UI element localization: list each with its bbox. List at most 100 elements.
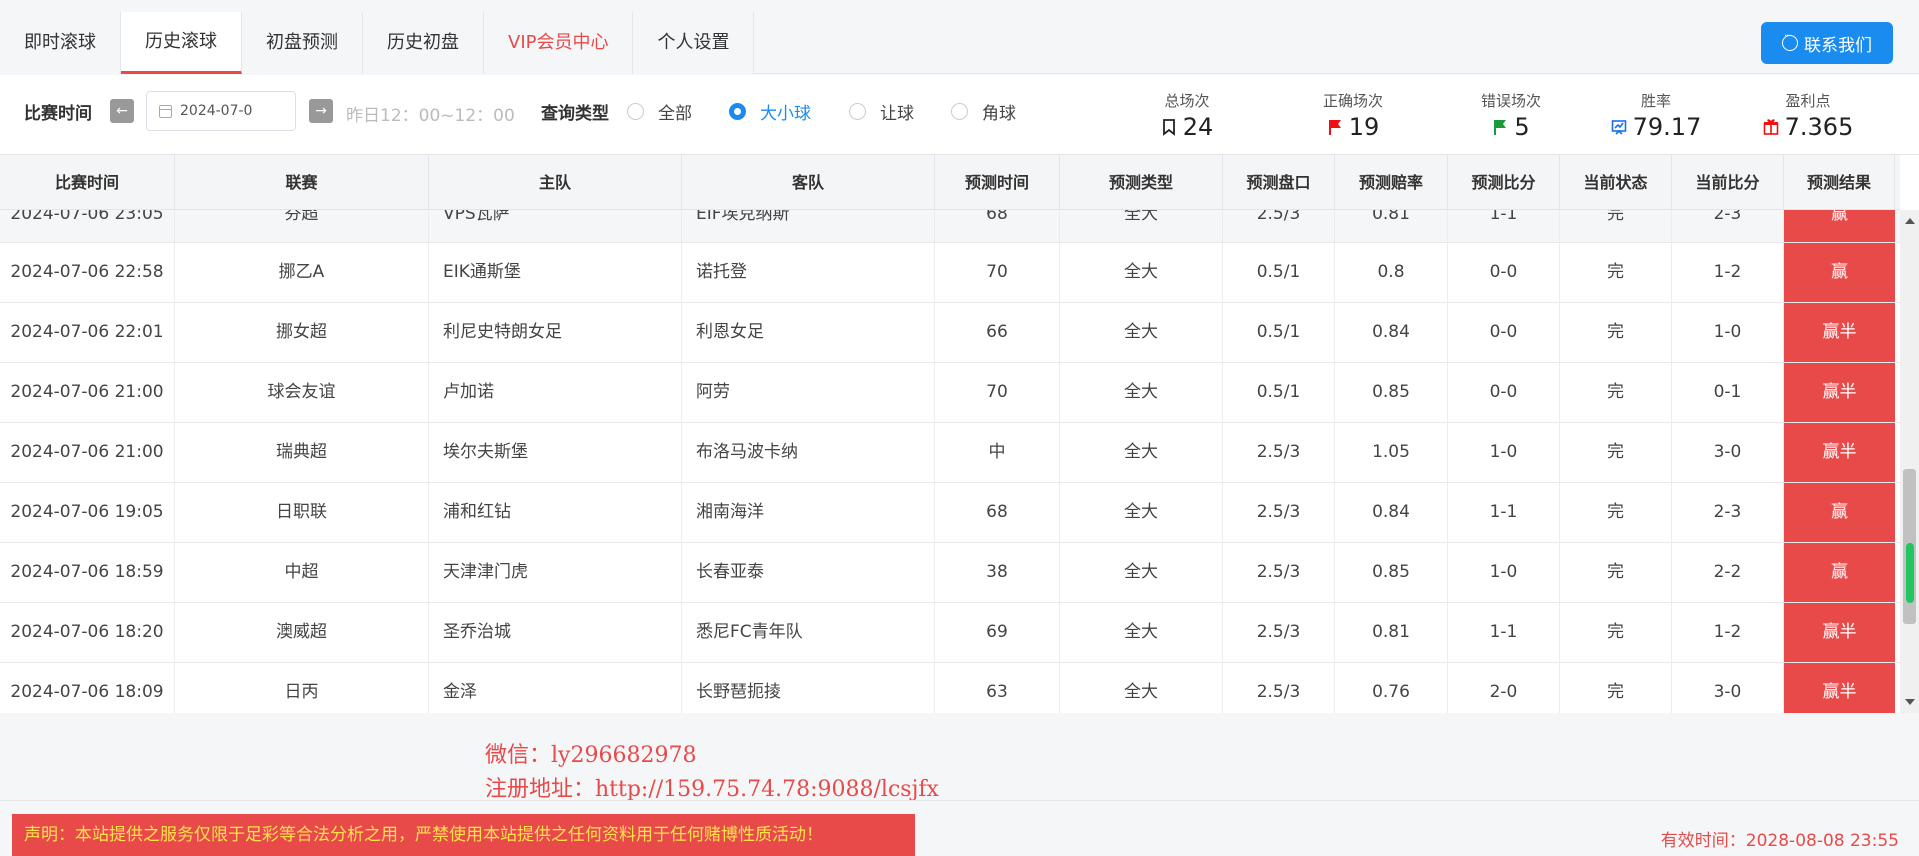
cell-match-time: 2024-07-06 19:05 <box>0 483 175 542</box>
col-header-pred-time[interactable]: 预测时间 <box>935 155 1060 209</box>
radio-corners[interactable]: 角球 <box>951 99 1016 124</box>
cell-current-score: 2-3 <box>1672 483 1784 542</box>
scrollbar-indicator <box>1906 543 1914 603</box>
expiry-time: 有效时间：2028-08-08 23:55 <box>1660 831 1899 851</box>
tab-opening-prediction[interactable]: 初盘预测 <box>242 12 363 74</box>
cell-away-team: 诺托登 <box>682 243 935 302</box>
cell-away-team: 长野琶扼掕 <box>682 663 935 713</box>
scroll-up-arrow-icon[interactable] <box>1905 218 1915 224</box>
cell-away-team: 阿劳 <box>682 363 935 422</box>
col-header-current-score[interactable]: 当前比分 <box>1672 155 1784 209</box>
cell-pred-time: 中 <box>935 423 1060 482</box>
cell-status: 完 <box>1560 363 1672 422</box>
tab-vip-center[interactable]: VIP会员中心 <box>484 12 634 74</box>
cell-pred-time: 66 <box>935 303 1060 362</box>
table-row[interactable]: 2024-07-06 21:00 球会友谊 卢加诺 阿劳 70 全大 0.5/1 0.85 0-… <box>0 363 1900 423</box>
cell-league: 澳威超 <box>175 603 429 662</box>
cell-match-time: 2024-07-06 23:05 <box>0 210 175 242</box>
cell-away-team: 悉尼FC青年队 <box>682 603 935 662</box>
chart-icon <box>1611 120 1626 135</box>
cell-pred-score: 1-1 <box>1448 210 1560 242</box>
table-row[interactable]: 2024-07-06 22:58 挪乙A EIK通斯堡 诺托登 70 全大 0.5/1 0.8… <box>0 243 1900 303</box>
radio-handicap[interactable]: 让球 <box>849 99 914 124</box>
cell-league: 瑞典超 <box>175 423 429 482</box>
col-header-status[interactable]: 当前状态 <box>1560 155 1672 209</box>
table-row[interactable]: 2024-07-06 18:59 中超 天津津门虎 长春亚泰 38 全大 2.5/3 0.85… <box>0 543 1900 603</box>
stat-total: 总场次 24 <box>1142 90 1232 141</box>
cell-current-score: 2-2 <box>1672 543 1784 602</box>
table-row[interactable]: 2024-07-06 19:05 日职联 浦和红钻 湘南海洋 68 全大 2.5/3 0.84… <box>0 483 1900 543</box>
stat-value: 24 <box>1182 113 1214 141</box>
col-header-league[interactable]: 联赛 <box>175 155 429 209</box>
cell-pred-odds: 0.8 <box>1335 243 1448 302</box>
table-body: 2024-07-06 23:05 芬超 VPS瓦萨 EIF埃克纳斯 68 全大 2.5/3 0… <box>0 210 1900 713</box>
cell-current-score: 3-0 <box>1672 663 1784 713</box>
cell-match-time: 2024-07-06 21:00 <box>0 363 175 422</box>
cell-pred-type: 全大 <box>1060 303 1223 362</box>
cell-status: 完 <box>1560 663 1672 713</box>
cell-result: 赢半 <box>1784 603 1895 662</box>
prev-date-button[interactable]: ← <box>110 99 134 123</box>
cell-league: 中超 <box>175 543 429 602</box>
col-header-pred-odds[interactable]: 预测赔率 <box>1335 155 1448 209</box>
table-row[interactable]: 2024-07-06 18:20 澳威超 圣乔治城 悉尼FC青年队 69 全大 2.5/3 0… <box>0 603 1900 663</box>
stat-label: 胜率 <box>1640 92 1671 110</box>
cell-pred-time: 69 <box>935 603 1060 662</box>
cell-pred-type: 全大 <box>1060 603 1223 662</box>
radio-over-under[interactable]: 大小球 <box>729 99 811 124</box>
cell-pred-type: 全大 <box>1060 663 1223 713</box>
col-header-result[interactable]: 预测结果 <box>1784 155 1895 209</box>
results-table: 比赛时间 联赛 主队 客队 预测时间 预测类型 预测盘口 预测赔率 预测比分 当… <box>0 155 1919 713</box>
stat-value: 19 <box>1348 113 1380 141</box>
cell-result: 赢 <box>1784 243 1895 302</box>
red-flag-icon <box>1328 120 1341 135</box>
cell-match-time: 2024-07-06 18:09 <box>0 663 175 713</box>
chat-icon <box>1782 31 1798 51</box>
vertical-scrollbar[interactable] <box>1900 210 1919 713</box>
tab-live-inplay[interactable]: 即时滚球 <box>0 12 121 74</box>
cell-pred-score: 1-0 <box>1448 423 1560 482</box>
contact-us-button[interactable]: 联系我们 <box>1761 22 1893 64</box>
radio-circle <box>951 103 968 120</box>
arrow-left-icon: ← <box>116 103 128 119</box>
tab-history-opening[interactable]: 历史初盘 <box>363 12 484 74</box>
table-row[interactable]: 2024-07-06 18:09 日丙 金泽 长野琶扼掕 63 全大 2.5/3 0.76 2-… <box>0 663 1900 713</box>
cell-pred-score: 1-0 <box>1448 543 1560 602</box>
col-header-match-time[interactable]: 比赛时间 <box>0 155 175 209</box>
date-value: 2024-07-0 <box>180 103 253 119</box>
stat-value: 79.17 <box>1632 113 1702 141</box>
cell-away-team: 湘南海洋 <box>682 483 935 542</box>
contact-us-label: 联系我们 <box>1804 35 1872 56</box>
cell-pred-type: 全大 <box>1060 243 1223 302</box>
col-header-pred-type[interactable]: 预测类型 <box>1060 155 1223 209</box>
date-input[interactable]: 2024-07-0 <box>146 91 296 131</box>
table-row[interactable]: 2024-07-06 23:05 芬超 VPS瓦萨 EIF埃克纳斯 68 全大 2.5/3 0… <box>0 210 1900 243</box>
col-header-pred-line[interactable]: 预测盘口 <box>1223 155 1335 209</box>
cell-pred-type: 全大 <box>1060 543 1223 602</box>
cell-home-team: 浦和红钻 <box>429 483 682 542</box>
cell-pred-time: 63 <box>935 663 1060 713</box>
radio-label: 让球 <box>880 104 914 124</box>
col-header-pred-score[interactable]: 预测比分 <box>1448 155 1560 209</box>
cell-status: 完 <box>1560 423 1672 482</box>
cell-match-time: 2024-07-06 21:00 <box>0 423 175 482</box>
next-date-button[interactable]: → <box>309 99 333 123</box>
tab-history-inplay[interactable]: 历史滚球 <box>121 12 242 74</box>
wechat-contact-text: 微信：ly296682978 <box>485 743 697 768</box>
cell-result: 赢半 <box>1784 423 1895 482</box>
stat-label: 盈利点 <box>1785 92 1831 110</box>
stat-profit: 盈利点 7.365 <box>1748 90 1868 141</box>
table-row[interactable]: 2024-07-06 21:00 瑞典超 埃尔夫斯堡 布洛马波卡纳中全大 2.5/3 1.… <box>0 423 1900 483</box>
radio-label: 角球 <box>982 104 1016 124</box>
stat-wrong: 错误场次 5 <box>1456 90 1566 141</box>
table-row[interactable]: 2024-07-06 22:01 挪女超 利尼史特朗女足 利恩女足 66 全大 0.5/1 0… <box>0 303 1900 363</box>
radio-circle <box>729 103 746 120</box>
cell-status: 完 <box>1560 543 1672 602</box>
tab-personal-settings[interactable]: 个人设置 <box>633 12 755 74</box>
query-type-label: 查询类型 <box>541 104 609 124</box>
col-header-home[interactable]: 主队 <box>429 155 682 209</box>
radio-all[interactable]: 全部 <box>627 99 692 124</box>
green-flag-icon <box>1494 120 1507 135</box>
col-header-away[interactable]: 客队 <box>682 155 935 209</box>
scroll-down-arrow-icon[interactable] <box>1905 699 1915 705</box>
